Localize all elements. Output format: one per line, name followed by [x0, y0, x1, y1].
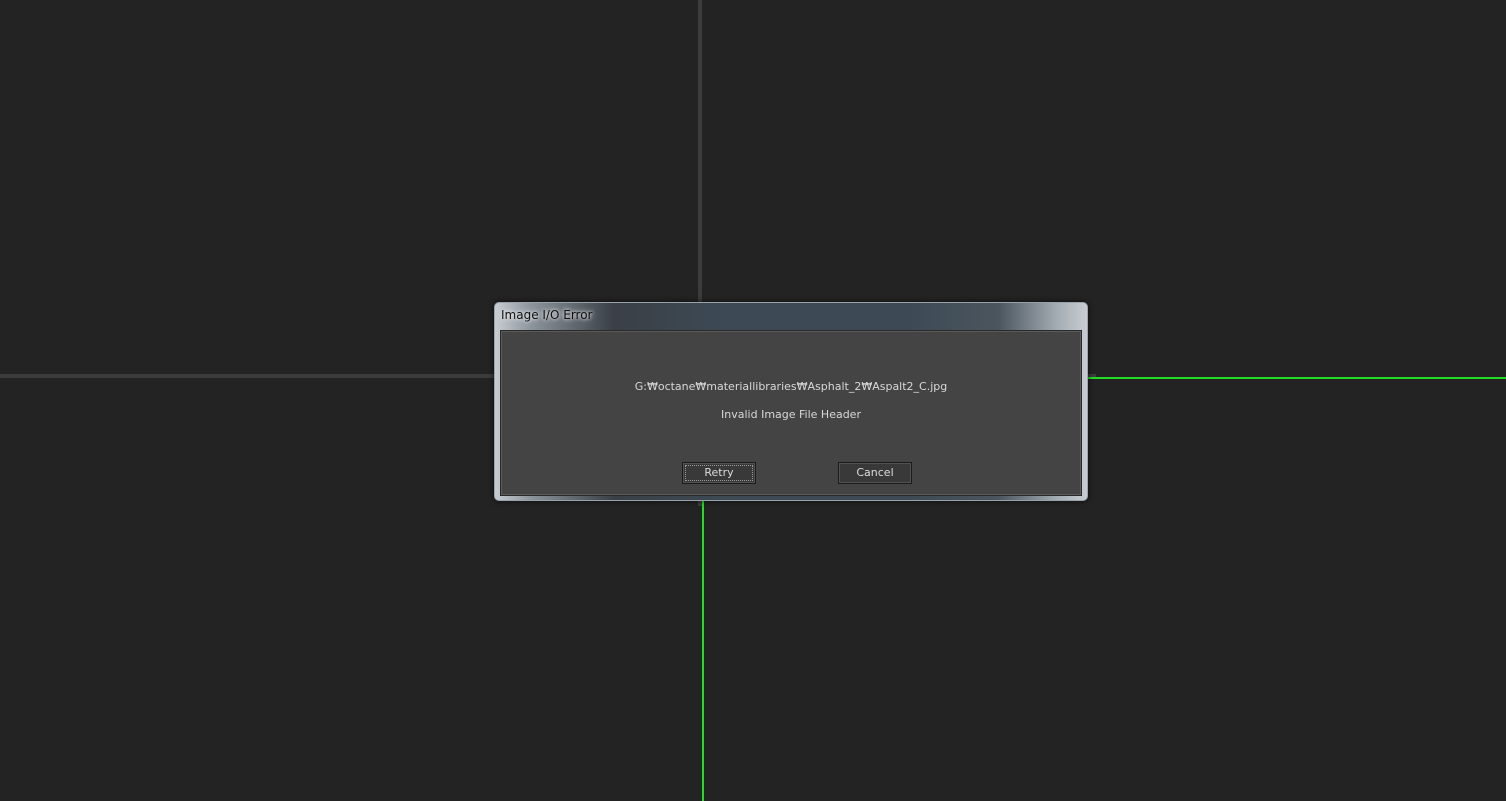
error-file-path: G:₩octane₩materiallibraries₩Asphalt_2₩As… [634, 380, 948, 393]
retry-button[interactable]: Retry [682, 462, 756, 484]
error-dialog: Image I/O Error G:₩octane₩materiallibrar… [494, 302, 1088, 501]
cancel-button-label: Cancel [856, 466, 894, 479]
render-viewport[interactable]: Image I/O Error G:₩octane₩materiallibrar… [0, 0, 1506, 801]
cancel-button[interactable]: Cancel [838, 462, 912, 484]
error-message: Invalid Image File Header [721, 408, 861, 421]
axis-line-horizontal [1088, 377, 1506, 379]
dialog-body: G:₩octane₩materiallibraries₩Asphalt_2₩As… [500, 330, 1082, 496]
retry-button-label: Retry [704, 466, 734, 479]
axis-line-vertical [702, 500, 704, 801]
dialog-title: Image I/O Error [501, 308, 593, 322]
dialog-titlebar[interactable]: Image I/O Error [495, 303, 1087, 329]
